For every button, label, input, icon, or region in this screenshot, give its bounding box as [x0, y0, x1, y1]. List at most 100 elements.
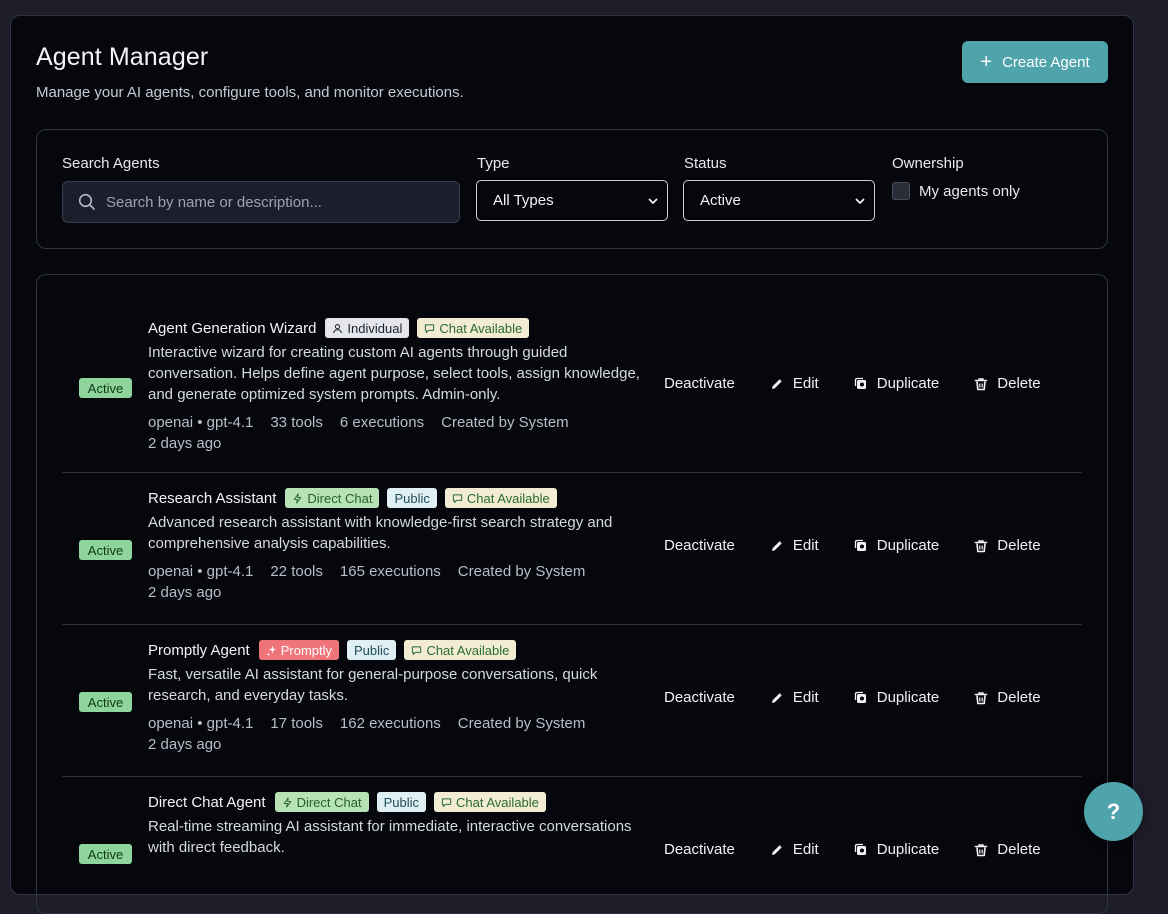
duplicate-icon	[854, 539, 866, 551]
chat-bubble-icon	[441, 797, 452, 808]
status-select[interactable]: Active	[683, 180, 875, 221]
badge-label: Chat Available	[466, 490, 550, 506]
agent-title-line: Direct Chat Agent Direct Chat Public Chat …	[148, 792, 546, 812]
edit-label: Edit	[792, 841, 819, 858]
my-agents-only-checkbox[interactable]	[892, 182, 910, 200]
agent-badge: Promptly	[258, 640, 340, 660]
deactivate-label: Deactivate	[664, 689, 735, 706]
type-select-value: All Types	[493, 192, 554, 209]
delete-button[interactable]: Delete	[974, 689, 1041, 706]
deactivate-label: Deactivate	[664, 537, 735, 554]
status-badge: Active	[79, 844, 132, 864]
trash-icon	[974, 539, 988, 552]
agent-created-ago: 2 days ago	[148, 736, 222, 753]
ownership-label: Ownership	[892, 155, 964, 172]
chat-bubble-icon	[411, 645, 422, 656]
badge-label: Direct Chat	[296, 794, 362, 810]
badge-label: Public	[354, 642, 390, 658]
duplicate-button[interactable]: Duplicate	[854, 537, 939, 554]
badge-label: Chat Available	[426, 642, 510, 658]
agent-list: Active Agent Generation Wizard Individua…	[36, 274, 1108, 914]
delete-label: Delete	[997, 375, 1041, 392]
type-select[interactable]: All Types	[476, 180, 668, 221]
trash-icon	[974, 843, 988, 856]
trash-icon	[974, 691, 988, 704]
deactivate-button[interactable]: Deactivate	[664, 689, 735, 706]
deactivate-button[interactable]: Deactivate	[664, 537, 735, 554]
badge-label: Public	[394, 490, 430, 506]
my-agents-only-toggle[interactable]: My agents only	[892, 182, 1020, 200]
edit-label: Edit	[792, 537, 819, 554]
agent-tools-count: 22 tools	[270, 563, 323, 580]
status-badge: Active	[79, 692, 132, 712]
agent-executions-count: 162 executions	[339, 715, 441, 732]
agent-title-line: Research Assistant Direct Chat Public Chat…	[148, 488, 557, 508]
agent-badge: Public	[376, 792, 427, 812]
agent-name: Agent Generation Wizard	[148, 319, 317, 337]
agent-actions: Deactivate Edit Duplicate Delete	[664, 375, 1041, 392]
deactivate-label: Deactivate	[664, 375, 735, 392]
duplicate-button[interactable]: Duplicate	[854, 841, 940, 858]
edit-button[interactable]: Edit	[770, 537, 819, 554]
edit-button[interactable]: Edit	[770, 375, 819, 392]
type-label: Type	[477, 155, 510, 172]
badge-label: Chat Available	[456, 794, 539, 810]
agent-meta: openai • gpt-4.1 17 tools 162 executions…	[148, 715, 585, 732]
edit-label: Edit	[792, 689, 819, 706]
badge-label: Public	[383, 794, 420, 810]
edit-button[interactable]: Edit	[770, 689, 819, 706]
agent-actions: Deactivate Edit Duplicate Delete	[664, 537, 1041, 554]
agent-meta: openai • gpt-4.1 33 tools 6 executions C…	[148, 414, 569, 431]
duplicate-icon	[854, 691, 866, 703]
agent-title-line: Agent Generation Wizard Individual Chat A…	[148, 318, 530, 338]
my-agents-only-label: My agents only	[919, 182, 1020, 200]
chat-bubble-icon	[452, 493, 463, 504]
chevron-down-icon	[648, 198, 658, 204]
agent-description: Advanced research assistant with knowled…	[148, 514, 613, 552]
duplicate-button[interactable]: Duplicate	[854, 689, 939, 706]
edit-button[interactable]: Edit	[770, 841, 819, 858]
delete-label: Delete	[997, 689, 1041, 706]
agent-name: Research Assistant	[148, 489, 277, 507]
agent-row: Active Direct Chat Agent Direct Chat Publ…	[62, 777, 1082, 913]
duplicate-icon	[854, 843, 866, 855]
deactivate-label: Deactivate	[664, 841, 735, 858]
create-agent-button[interactable]: + Create Agent	[962, 41, 1108, 83]
delete-label: Delete	[997, 841, 1041, 858]
search-field[interactable]	[62, 181, 460, 223]
pencil-icon	[771, 540, 782, 551]
agent-tools-count: 33 tools	[270, 414, 323, 431]
chat-bubble-icon	[424, 323, 435, 334]
search-input[interactable]	[106, 193, 436, 211]
agent-name: Direct Chat Agent	[148, 793, 266, 811]
delete-button[interactable]: Delete	[974, 537, 1041, 554]
duplicate-button[interactable]: Duplicate	[854, 375, 939, 392]
agent-actions: Deactivate Edit Duplicate Delete	[664, 841, 1041, 858]
agent-actions: Deactivate Edit Duplicate Delete	[664, 689, 1041, 706]
chevron-down-icon	[855, 198, 865, 204]
agent-badge: Direct Chat	[274, 792, 369, 812]
agent-badge: Chat Available	[434, 792, 546, 812]
search-icon	[78, 193, 95, 210]
pencil-icon	[771, 378, 782, 389]
agent-badge: Chat Available	[444, 488, 557, 508]
trash-icon	[974, 377, 988, 390]
bolt-icon	[292, 492, 303, 504]
agent-row: Active Research Assistant Direct Chat Pub…	[62, 473, 1082, 625]
deactivate-button[interactable]: Deactivate	[664, 841, 735, 858]
delete-label: Delete	[997, 537, 1041, 554]
badge-label: Chat Available	[439, 320, 523, 336]
badge-label: Promptly	[280, 642, 333, 658]
delete-button[interactable]: Delete	[974, 375, 1041, 392]
agent-manager-panel: Agent Manager Manage your AI agents, con…	[10, 15, 1134, 914]
delete-button[interactable]: Delete	[974, 841, 1041, 858]
status-label: Status	[684, 155, 727, 172]
agent-badge: Public	[347, 640, 397, 660]
agent-executions-count: 6 executions	[339, 414, 425, 431]
deactivate-button[interactable]: Deactivate	[664, 375, 735, 392]
agent-tools-count: 17 tools	[270, 715, 323, 732]
help-button[interactable]: ?	[1084, 782, 1143, 841]
duplicate-label: Duplicate	[876, 841, 940, 858]
badge-label: Direct Chat	[307, 490, 373, 506]
bolt-icon	[282, 796, 293, 808]
